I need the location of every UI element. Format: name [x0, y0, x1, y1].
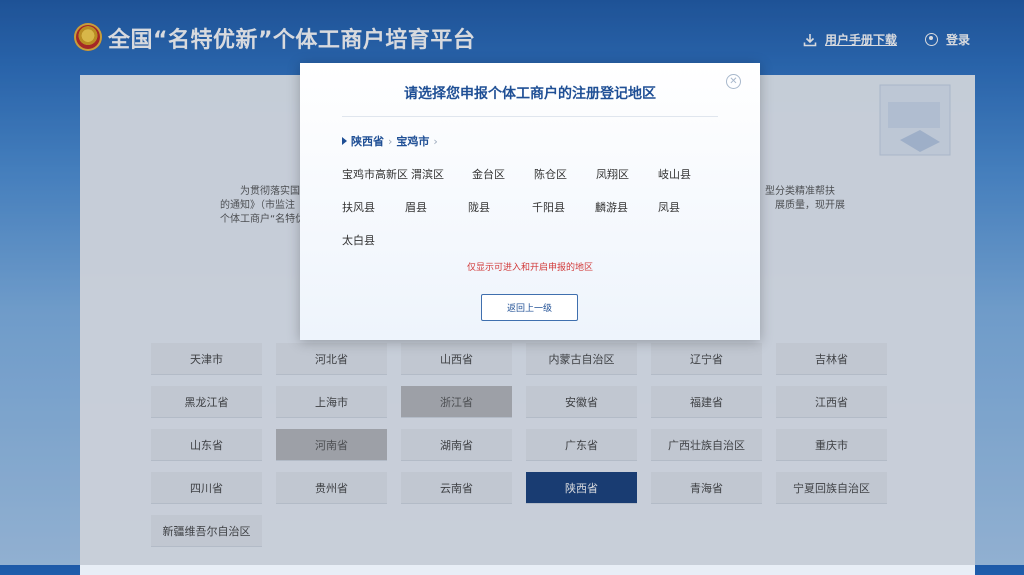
- area-option[interactable]: 渭滨区: [411, 166, 444, 182]
- chevron-right-icon: ›: [388, 134, 393, 148]
- area-option[interactable]: 扶风县: [342, 199, 375, 215]
- area-option[interactable]: 眉县: [405, 199, 427, 215]
- breadcrumb-province[interactable]: 陕西省: [351, 133, 384, 149]
- area-option[interactable]: 凤翔区: [596, 166, 629, 182]
- area-option[interactable]: 太白县: [342, 232, 375, 248]
- area-option[interactable]: 麟游县: [595, 199, 628, 215]
- breadcrumb-city[interactable]: 宝鸡市: [396, 133, 429, 149]
- region-select-dialog: 请选择您申报个体工商户的注册登记地区 ✕ 陕西省 › 宝鸡市 › 宝鸡市高新区 …: [300, 63, 760, 340]
- area-option[interactable]: 陈仓区: [534, 166, 567, 182]
- breadcrumb: 陕西省 › 宝鸡市 ›: [342, 133, 438, 149]
- back-button[interactable]: 返回上一级: [481, 294, 578, 321]
- area-option[interactable]: 凤县: [658, 199, 680, 215]
- chevron-right-icon: ›: [433, 134, 438, 148]
- caret-right-icon: [342, 137, 347, 145]
- close-icon[interactable]: ✕: [726, 74, 741, 89]
- area-option[interactable]: 宝鸡市高新区: [342, 166, 408, 182]
- area-option[interactable]: 陇县: [468, 199, 490, 215]
- area-option[interactable]: 岐山县: [658, 166, 691, 182]
- availability-note: 仅显示可进入和开启申报的地区: [466, 263, 593, 273]
- area-option[interactable]: 金台区: [472, 166, 505, 182]
- dialog-title: 请选择您申报个体工商户的注册登记地区: [404, 86, 656, 102]
- divider: [342, 116, 718, 117]
- area-option[interactable]: 千阳县: [532, 199, 565, 215]
